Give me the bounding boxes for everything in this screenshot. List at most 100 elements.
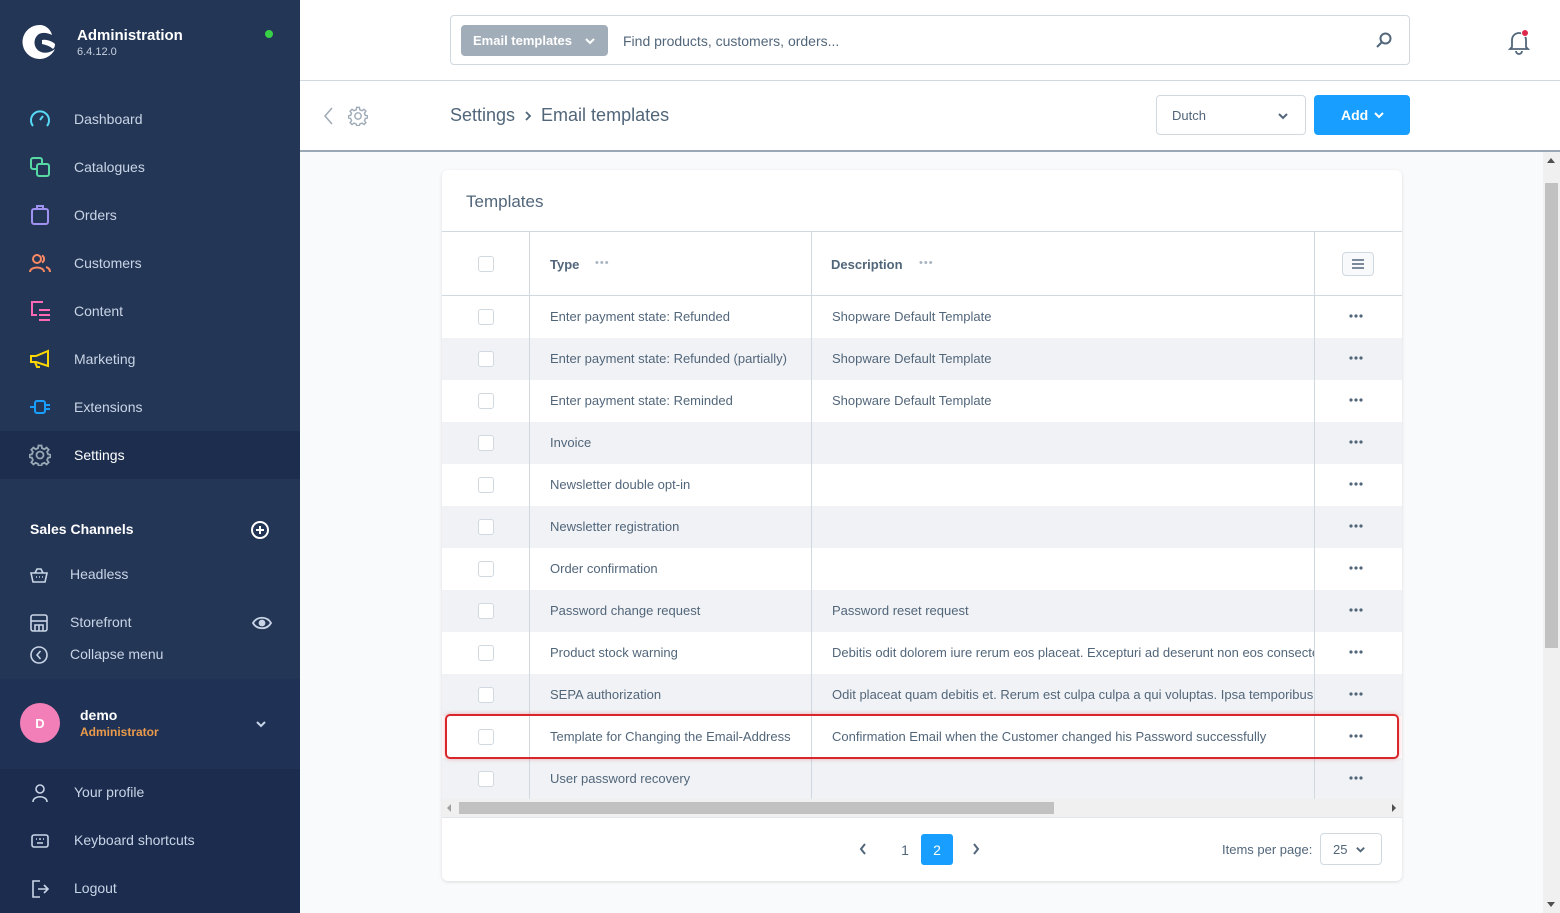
user-badge[interactable]: D demo Administrator xyxy=(0,679,300,769)
column-description-menu-icon[interactable]: ••• xyxy=(919,257,934,269)
breadcrumb-settings[interactable]: Settings xyxy=(450,105,515,126)
table-row[interactable]: Newsletter double opt-in xyxy=(442,464,1402,506)
cell-type[interactable]: Order confirmation xyxy=(550,561,658,576)
row-checkbox[interactable] xyxy=(478,351,494,367)
user-menu-label: Logout xyxy=(74,880,117,896)
search-type-dropdown[interactable]: Email templates xyxy=(461,25,608,56)
sidebar-item-customers[interactable]: Customers xyxy=(0,239,300,287)
cell-type[interactable]: User password recovery xyxy=(550,771,690,786)
next-page-icon[interactable] xyxy=(971,842,981,856)
row-checkbox[interactable] xyxy=(478,519,494,535)
column-type-menu-icon[interactable]: ••• xyxy=(595,257,610,269)
cell-type[interactable]: Enter payment state: Reminded xyxy=(550,393,733,408)
column-header-type[interactable]: Type xyxy=(550,257,579,272)
row-checkbox[interactable] xyxy=(478,603,494,619)
horizontal-scrollbar[interactable] xyxy=(442,799,1402,817)
row-checkbox[interactable] xyxy=(478,729,494,745)
row-actions-icon[interactable] xyxy=(1348,686,1364,702)
table-row[interactable]: Newsletter registration xyxy=(442,506,1402,548)
row-checkbox[interactable] xyxy=(478,771,494,787)
chevron-down-icon xyxy=(1355,844,1366,855)
cell-type[interactable]: Password change request xyxy=(550,603,700,618)
grid-settings-button[interactable] xyxy=(1342,252,1374,276)
back-arrow-icon[interactable] xyxy=(322,106,334,126)
sales-channel-storefront[interactable]: Storefront xyxy=(0,607,300,639)
row-actions-icon[interactable] xyxy=(1348,434,1364,450)
cell-type[interactable]: Enter payment state: Refunded xyxy=(550,309,730,324)
sidebar-item-label: Settings xyxy=(74,447,125,463)
row-actions-icon[interactable] xyxy=(1348,350,1364,366)
table-row[interactable]: SEPA authorization Odit placeat quam debi… xyxy=(442,674,1402,716)
row-checkbox[interactable] xyxy=(478,393,494,409)
cell-type[interactable]: Newsletter registration xyxy=(550,519,679,534)
sidebar-item-marketing[interactable]: Marketing xyxy=(0,335,300,383)
scroll-down-arrow-icon[interactable] xyxy=(1547,902,1555,907)
user-menu-keyboard-shortcuts[interactable]: Keyboard shortcuts xyxy=(0,817,300,865)
eye-icon[interactable] xyxy=(252,616,272,630)
table-row[interactable]: User password recovery xyxy=(442,758,1402,800)
table-row[interactable]: Template for Changing the Email-Address C… xyxy=(442,716,1402,758)
row-actions-icon[interactable] xyxy=(1348,560,1364,576)
user-menu: Your profile Keyboard shortcuts Logout xyxy=(0,769,300,913)
search-icon[interactable] xyxy=(1375,31,1393,49)
previous-page-icon[interactable] xyxy=(858,842,868,856)
row-actions-icon[interactable] xyxy=(1348,392,1364,408)
row-checkbox[interactable] xyxy=(478,645,494,661)
scroll-up-arrow-icon[interactable] xyxy=(1547,158,1555,163)
notifications-bell-icon[interactable] xyxy=(1507,29,1531,55)
vertical-scrollbar[interactable] xyxy=(1543,152,1560,913)
search-input[interactable] xyxy=(623,26,1323,56)
table-row[interactable]: Enter payment state: Reminded Shopware De… xyxy=(442,380,1402,422)
table-row[interactable]: Product stock warning Debitis odit dolore… xyxy=(442,632,1402,674)
cell-type[interactable]: Product stock warning xyxy=(550,645,678,660)
cell-type[interactable]: Template for Changing the Email-Address xyxy=(550,729,791,744)
column-header-description[interactable]: Description xyxy=(831,257,903,272)
sidebar-item-settings[interactable]: Settings xyxy=(0,431,300,479)
sidebar-item-catalogues[interactable]: Catalogues xyxy=(0,143,300,191)
page-button-2[interactable]: 2 xyxy=(921,834,953,865)
language-switch[interactable]: Dutch xyxy=(1156,95,1306,135)
page-button-1[interactable]: 1 xyxy=(889,834,921,865)
shopware-logo-icon[interactable] xyxy=(22,24,58,60)
scroll-left-arrow-icon[interactable] xyxy=(447,804,451,812)
collapse-menu-button[interactable]: Collapse menu xyxy=(0,639,300,671)
table-row[interactable]: Invoice xyxy=(442,422,1402,464)
sidebar-item-content[interactable]: Content xyxy=(0,287,300,335)
templates-card: Templates Type ••• Description ••• Enter… xyxy=(442,170,1402,881)
row-actions-icon[interactable] xyxy=(1348,476,1364,492)
row-actions-icon[interactable] xyxy=(1348,602,1364,618)
chevron-down-icon[interactable] xyxy=(254,717,268,731)
row-checkbox[interactable] xyxy=(478,477,494,493)
cell-type[interactable]: Enter payment state: Refunded (partially… xyxy=(550,351,787,366)
user-menu-profile[interactable]: Your profile xyxy=(0,769,300,817)
cell-type[interactable]: Newsletter double opt-in xyxy=(550,477,690,492)
vertical-scroll-thumb[interactable] xyxy=(1545,183,1558,648)
row-actions-icon[interactable] xyxy=(1348,644,1364,660)
table-row[interactable]: Enter payment state: Refunded Shopware De… xyxy=(442,296,1402,338)
sidebar-item-orders[interactable]: Orders xyxy=(0,191,300,239)
items-per-page-select[interactable]: 25 xyxy=(1320,833,1382,865)
row-checkbox[interactable] xyxy=(478,435,494,451)
row-actions-icon[interactable] xyxy=(1348,518,1364,534)
cell-type[interactable]: Invoice xyxy=(550,435,591,450)
sidebar-item-extensions[interactable]: Extensions xyxy=(0,383,300,431)
table-row[interactable]: Password change request Password reset re… xyxy=(442,590,1402,632)
sidebar-item-dashboard[interactable]: Dashboard xyxy=(0,95,300,143)
row-checkbox[interactable] xyxy=(478,309,494,325)
row-checkbox[interactable] xyxy=(478,687,494,703)
row-actions-icon[interactable] xyxy=(1348,770,1364,786)
row-checkbox[interactable] xyxy=(478,561,494,577)
add-sales-channel-icon[interactable] xyxy=(250,520,270,540)
sales-channel-headless[interactable]: Headless xyxy=(0,559,300,591)
add-button[interactable]: Add xyxy=(1314,95,1410,135)
select-all-checkbox[interactable] xyxy=(478,256,494,272)
scroll-right-arrow-icon[interactable] xyxy=(1392,804,1396,812)
horizontal-scroll-thumb[interactable] xyxy=(459,802,1054,814)
cell-type[interactable]: SEPA authorization xyxy=(550,687,661,702)
table-row[interactable]: Enter payment state: Refunded (partially… xyxy=(442,338,1402,380)
gear-icon[interactable] xyxy=(348,106,368,126)
row-actions-icon[interactable] xyxy=(1348,728,1364,744)
user-menu-logout[interactable]: Logout xyxy=(0,865,300,913)
table-row[interactable]: Order confirmation xyxy=(442,548,1402,590)
row-actions-icon[interactable] xyxy=(1348,308,1364,324)
